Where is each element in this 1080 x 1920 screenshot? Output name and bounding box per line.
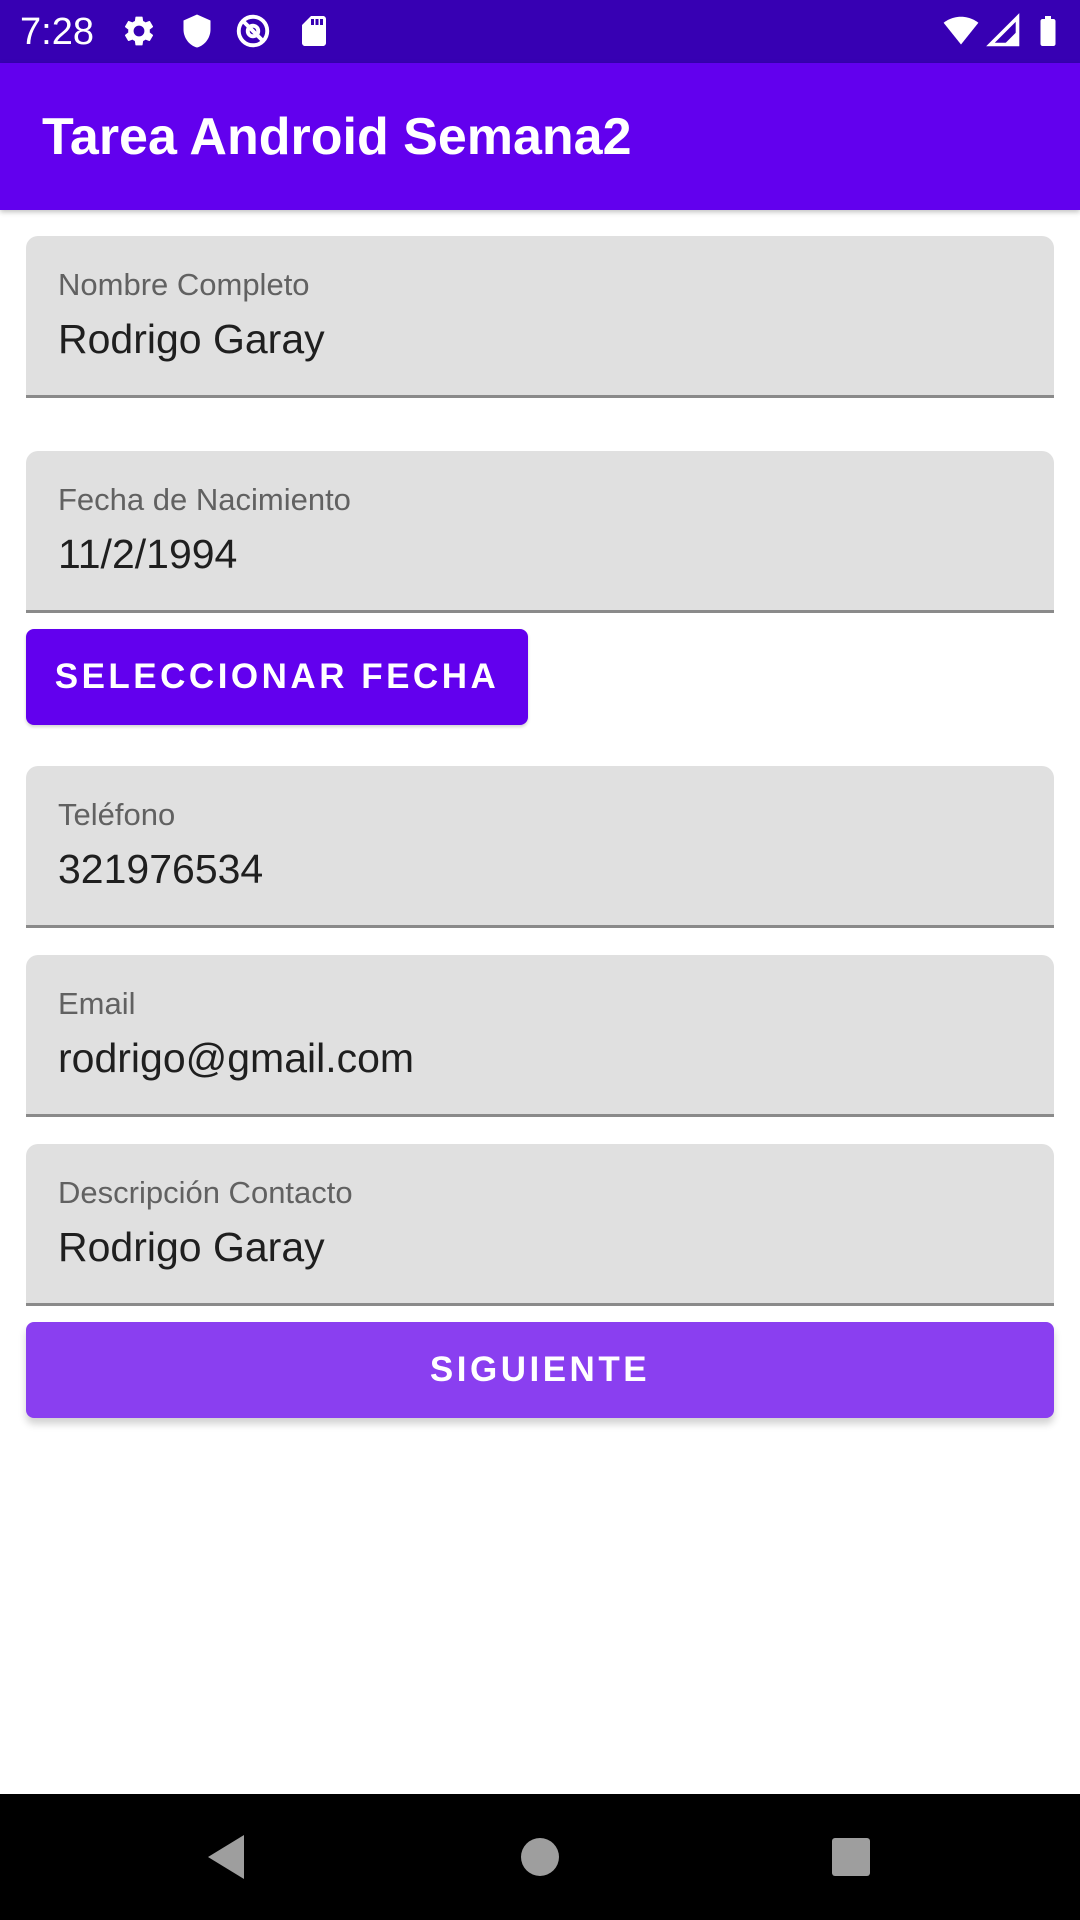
telefono-value: 321976534: [58, 846, 264, 892]
nombre-completo-field[interactable]: Nombre Completo Rodrigo Garay: [26, 236, 1054, 398]
nombre-completo-value: Rodrigo Garay: [58, 316, 325, 362]
settings-icon: [124, 16, 154, 46]
fecha-nacimiento-field[interactable]: Fecha de Nacimiento 11/2/1994: [26, 451, 1054, 613]
descripcion-contacto-field[interactable]: Descripción Contacto Rodrigo Garay: [26, 1144, 1054, 1306]
app-bar: Tarea Android Semana2: [0, 63, 1080, 210]
next-button[interactable]: SIGUIENTE: [26, 1322, 1054, 1418]
at-sign-icon: [236, 14, 270, 48]
status-time: 7:28: [20, 11, 94, 53]
home-icon[interactable]: [510, 1827, 570, 1887]
recents-icon[interactable]: [821, 1827, 881, 1887]
back-icon[interactable]: [196, 1827, 256, 1887]
email-value: rodrigo@gmail.com: [58, 1035, 415, 1081]
battery-icon: [1040, 16, 1056, 46]
fecha-nacimiento-value: 11/2/1994: [58, 531, 238, 577]
descripcion-contacto-label: Descripción Contacto: [58, 1175, 353, 1210]
telefono-label: Teléfono: [58, 797, 176, 832]
descripcion-contacto-value: Rodrigo Garay: [58, 1224, 325, 1270]
nombre-completo-label: Nombre Completo: [58, 267, 310, 302]
email-field[interactable]: Email rodrigo@gmail.com: [26, 955, 1054, 1117]
fecha-nacimiento-label: Fecha de Nacimiento: [58, 482, 351, 517]
app-title: Tarea Android Semana2: [42, 108, 632, 166]
sd-card-icon: [302, 16, 326, 46]
select-date-button[interactable]: SELECCIONAR FECHA: [26, 629, 528, 725]
status-bar: 7:28: [0, 0, 1080, 63]
navigation-bar: [0, 1794, 1080, 1920]
signal-icon: [986, 13, 1020, 47]
email-label: Email: [58, 986, 136, 1021]
wifi-icon: [943, 16, 979, 45]
telefono-field[interactable]: Teléfono 321976534: [26, 766, 1054, 928]
shield-icon: [183, 14, 211, 48]
